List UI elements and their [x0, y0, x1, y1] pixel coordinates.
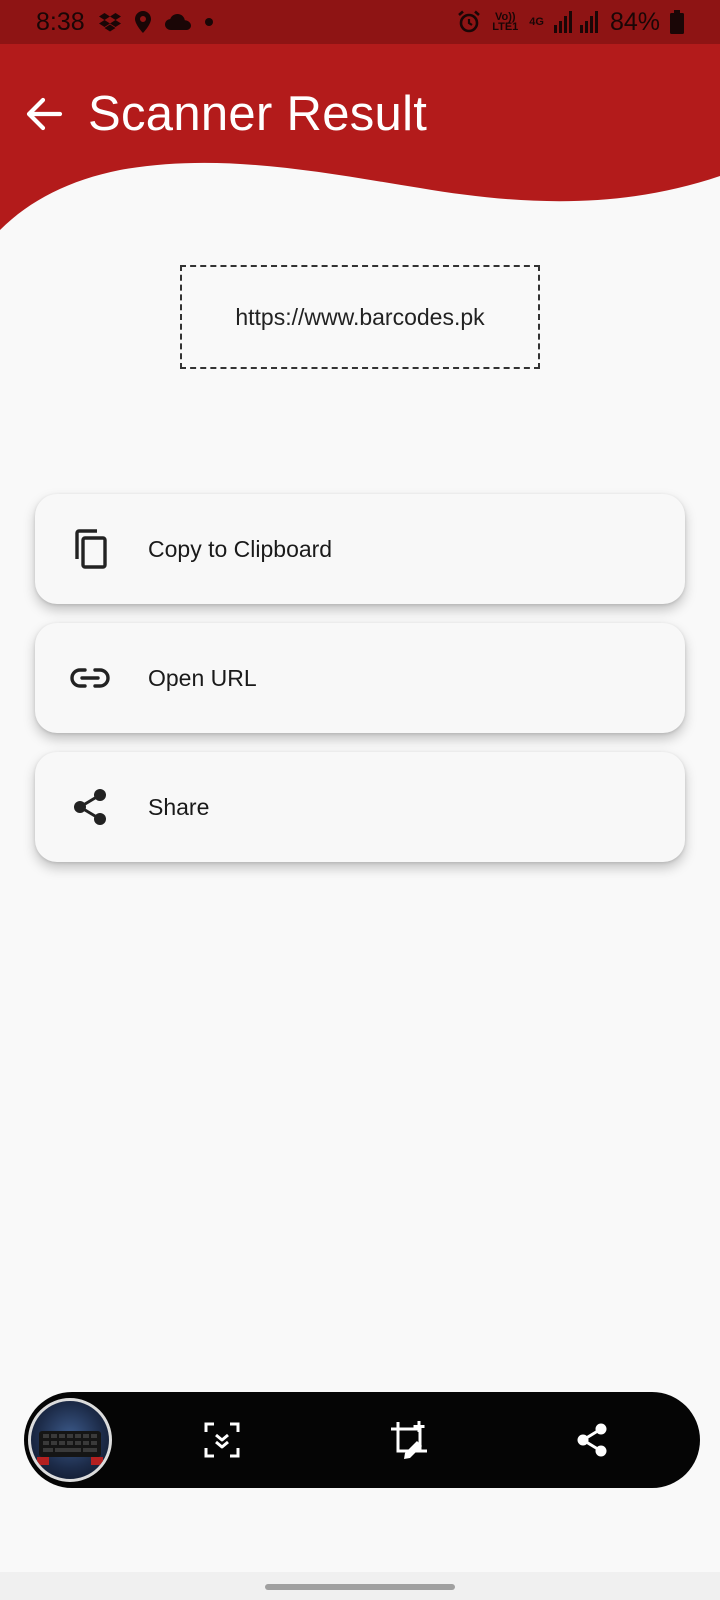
page-title: Scanner Result: [88, 87, 428, 141]
action-label: Open URL: [148, 664, 257, 691]
scan-button[interactable]: [198, 1416, 246, 1464]
copy-to-clipboard-button[interactable]: Copy to Clipboard: [35, 494, 685, 604]
scanner-result-screen: 8:38 Vo)) LTE1 4G 84% Scanner Result htt…: [0, 0, 720, 1600]
action-label: Copy to Clipboard: [148, 535, 333, 562]
share-icon: [577, 1423, 607, 1457]
signal-icon: [553, 11, 600, 33]
link-icon: [70, 658, 110, 698]
battery-percent: 84%: [609, 7, 660, 36]
status-time: 8:38: [36, 7, 85, 36]
copy-icon: [70, 529, 110, 569]
action-label: Share: [148, 793, 210, 820]
gesture-handle[interactable]: [265, 1584, 455, 1590]
dropbox-icon: [98, 12, 121, 32]
crop-edit-button[interactable]: [385, 1416, 433, 1464]
bottom-share-button[interactable]: [568, 1416, 616, 1464]
dot-icon: [204, 18, 213, 26]
back-button[interactable]: [22, 92, 66, 136]
crop-edit-icon: [391, 1421, 427, 1459]
status-left: 8:38: [36, 8, 213, 37]
scanned-result-box: https://www.barcodes.pk: [180, 265, 540, 369]
app-bar: Scanner Result: [0, 44, 720, 184]
battery-icon: [670, 10, 684, 34]
scanned-image-thumbnail[interactable]: [28, 1398, 112, 1482]
status-bar: 8:38 Vo)) LTE1 4G 84%: [0, 0, 720, 44]
open-url-button[interactable]: Open URL: [35, 623, 685, 733]
alarm-icon: [457, 10, 481, 34]
cloud-icon: [164, 14, 191, 30]
scanned-result-text: https://www.barcodes.pk: [235, 303, 485, 330]
share-icon: [70, 787, 110, 827]
share-button[interactable]: Share: [35, 752, 685, 862]
location-icon: [134, 11, 151, 33]
status-right: Vo)) LTE1 4G 84%: [457, 8, 684, 37]
volte-icon: Vo)) LTE1: [492, 11, 519, 33]
arrow-back-icon: [26, 97, 63, 131]
network-type-label: 4G: [529, 16, 544, 28]
scan-icon: [204, 1422, 240, 1458]
